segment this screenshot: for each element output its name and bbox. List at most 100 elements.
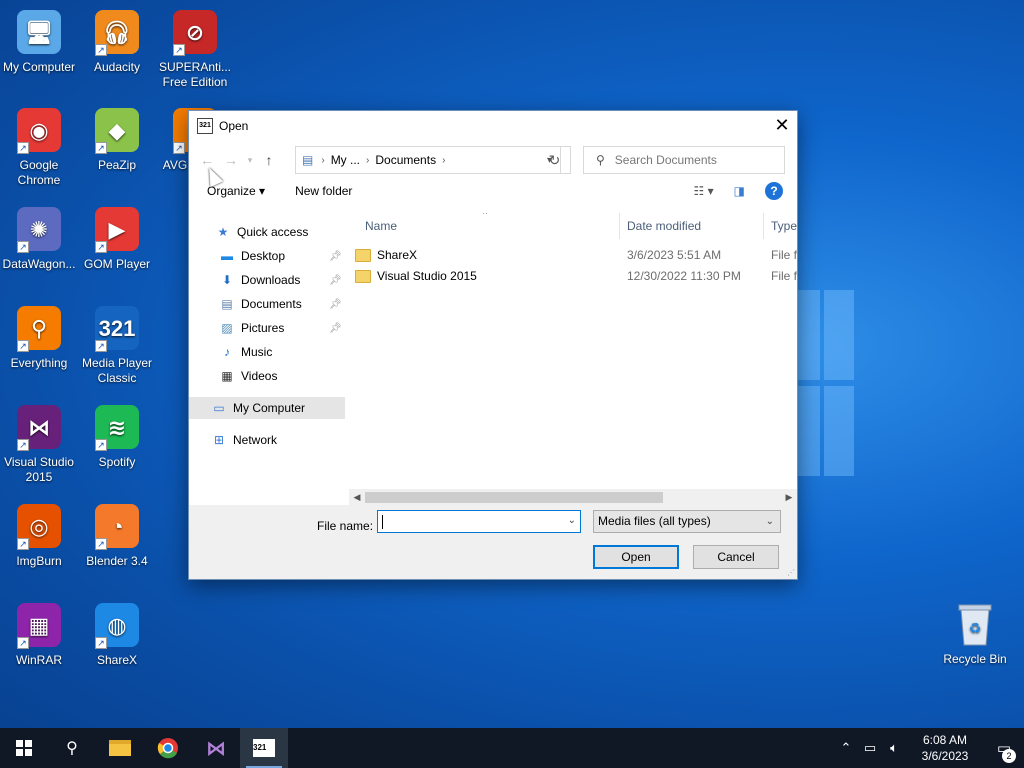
nav-network[interactable]: ⊞ Network xyxy=(211,429,277,451)
type-cell: File fo xyxy=(771,269,797,283)
file-type-select[interactable]: Media files (all types) ⌄ xyxy=(593,510,781,533)
nav-item-label: Downloads xyxy=(241,273,301,287)
wallpaper-logo xyxy=(792,290,854,480)
pin-icon[interactable]: 📌︎ xyxy=(329,299,342,310)
new-folder-button[interactable]: New folder xyxy=(295,184,352,198)
file-name-input[interactable]: ⌄ xyxy=(377,510,581,533)
desktop-shortcut[interactable]: ⋈ ↗ Visual Studio 2015 xyxy=(0,403,78,485)
desktop-shortcut-label: SUPERAnti... Free Edition xyxy=(158,60,232,89)
column-header-type[interactable]: Type xyxy=(765,213,797,239)
network-status-icon[interactable]: ▭ xyxy=(858,740,882,756)
taskbar: ⚲ ⋈ 321 ⌃ ▭ 🔈︎ 6:08 AM 3/6/2023 ▭ 2 xyxy=(0,728,1024,768)
date-modified-cell: 12/30/2022 11:30 PM xyxy=(627,269,741,283)
search-icon[interactable]: ⚲ xyxy=(48,728,96,768)
breadcrumb-my-computer[interactable]: My ... xyxy=(331,153,360,167)
table-row[interactable]: ShareX 3/6/2023 5:51 AM File fo xyxy=(355,245,797,266)
nav-my-computer[interactable]: ▭ My Computer xyxy=(189,397,345,419)
desktop-shortcut[interactable]: ◔ ↗ Blender 3.4 xyxy=(78,502,156,569)
desktop-shortcut[interactable]: 🎧︎ ↗ Audacity xyxy=(78,8,156,75)
address-bar[interactable]: ▤ › My ... › Documents › ▾ xyxy=(295,146,561,174)
cancel-button[interactable]: Cancel xyxy=(693,545,779,569)
desktop-shortcut[interactable]: ◍ ↗ ShareX xyxy=(78,601,156,668)
horizontal-scrollbar[interactable]: ◀ ▶ xyxy=(349,489,797,505)
chevron-down-icon[interactable]: ⌄ xyxy=(568,515,576,526)
computer-icon: ▭ xyxy=(213,401,225,415)
datawagon-icon: ✺ ↗ xyxy=(15,205,63,253)
desktop-shortcut[interactable]: ◉ ↗ Google Chrome xyxy=(0,106,78,188)
desktop-shortcut-label: Visual Studio 2015 xyxy=(4,455,74,484)
media-player-classic-icon: 321 ↗ xyxy=(93,304,141,352)
notification-center-icon[interactable]: ▭ 2 xyxy=(984,739,1024,763)
nav-item-music[interactable]: ♪ Music xyxy=(219,341,345,363)
organize-button[interactable]: Organize ▾ xyxy=(207,184,265,198)
desktop-shortcut[interactable]: 🖥︎ My Computer xyxy=(0,8,78,75)
media-player-classic-icon[interactable]: 321 xyxy=(240,728,288,768)
close-button[interactable]: ✕ xyxy=(767,111,797,141)
nav-item-desktop[interactable]: ▬ Desktop 📌︎ xyxy=(219,245,345,267)
visual-studio-icon[interactable]: ⋈ xyxy=(192,728,240,768)
dialog-titlebar[interactable]: 321 Open ✕ xyxy=(189,111,797,141)
blender-icon: ◔ ↗ xyxy=(93,502,141,550)
desktop-shortcut-label: DataWagon... xyxy=(2,257,76,271)
help-icon[interactable]: ? xyxy=(765,182,783,200)
desktop-icon: ▬ xyxy=(221,249,233,263)
column-header-name[interactable]: Name xyxy=(359,213,619,239)
nav-item-label: Videos xyxy=(241,369,278,383)
desktop-shortcut[interactable]: ◆ ↗ PeaZip xyxy=(78,106,156,173)
search-box[interactable]: ⚲ Search Documents xyxy=(583,146,785,174)
desktop-shortcut-label: Everything xyxy=(10,356,68,370)
recent-locations-icon[interactable]: ▾ xyxy=(243,155,257,166)
pin-icon[interactable]: 📌︎ xyxy=(329,251,342,262)
nav-quick-access[interactable]: ★ Quick access xyxy=(215,221,309,243)
breadcrumb-documents[interactable]: Documents xyxy=(375,153,436,167)
refresh-button[interactable]: ↻ xyxy=(539,146,571,174)
file-list: ^ Name Date modified Type ShareX 3/6/2023… xyxy=(349,213,797,505)
shortcut-arrow-icon: ↗ xyxy=(17,637,29,649)
volume-muted-icon[interactable]: 🔈︎ xyxy=(882,740,906,756)
desktop-icon-recycle-bin[interactable]: ♻ Recycle Bin xyxy=(936,600,1014,667)
clock[interactable]: 6:08 AM 3/6/2023 xyxy=(906,732,984,764)
system-tray: ⌃ ▭ 🔈︎ 6:08 AM 3/6/2023 ▭ 2 xyxy=(834,728,1024,768)
nav-item-downloads[interactable]: ⬇ Downloads 📌︎ xyxy=(219,269,345,291)
desktop-shortcut[interactable]: ▶ ↗ GOM Player xyxy=(78,205,156,272)
desktop-shortcut[interactable]: ⊘ ↗ SUPERAnti... Free Edition xyxy=(156,8,234,90)
file-explorer-icon[interactable] xyxy=(96,728,144,768)
breadcrumb-chevron-icon: › xyxy=(366,154,370,166)
column-header-date-modified[interactable]: Date modified xyxy=(621,213,761,239)
forward-button[interactable]: → xyxy=(219,152,243,168)
shortcut-arrow-icon: ↗ xyxy=(95,538,107,550)
documents-library-icon: ▤ xyxy=(302,153,314,167)
shortcut-arrow-icon: ↗ xyxy=(17,439,29,451)
scroll-right-icon[interactable]: ▶ xyxy=(781,489,797,505)
nav-item-videos[interactable]: ▦ Videos xyxy=(219,365,345,387)
preview-pane-icon[interactable]: ◨ xyxy=(734,184,745,198)
desktop-shortcut[interactable]: 321 ↗ Media Player Classic xyxy=(78,304,156,386)
pin-icon[interactable]: 📌︎ xyxy=(329,275,342,286)
open-button[interactable]: Open xyxy=(593,545,679,569)
desktop-shortcut[interactable]: ✺ ↗ DataWagon... xyxy=(0,205,78,272)
scroll-left-icon[interactable]: ◀ xyxy=(349,489,365,505)
view-options-icon[interactable]: ☷ ▾ xyxy=(694,184,714,198)
desktop-shortcut[interactable]: ▦ ↗ WinRAR xyxy=(0,601,78,668)
chrome-icon[interactable] xyxy=(144,728,192,768)
nav-item-documents[interactable]: ▤ Documents 📌︎ xyxy=(219,293,345,315)
search-placeholder: Search Documents xyxy=(614,153,717,167)
nav-my-computer-label: My Computer xyxy=(233,401,306,415)
everything-icon: ⚲ ↗ xyxy=(15,304,63,352)
shortcut-arrow-icon: ↗ xyxy=(173,44,185,56)
peazip-icon: ◆ ↗ xyxy=(93,106,141,154)
scrollbar-thumb[interactable] xyxy=(365,492,663,503)
table-row[interactable]: Visual Studio 2015 12/30/2022 11:30 PM Fil… xyxy=(355,266,797,287)
desktop-shortcut[interactable]: ◎ ↗ ImgBurn xyxy=(0,502,78,569)
music-icon: ♪ xyxy=(224,345,230,359)
desktop-shortcut[interactable]: ⚲ ↗ Everything xyxy=(0,304,78,371)
shortcut-arrow-icon: ↗ xyxy=(17,142,29,154)
up-button[interactable]: ↑ xyxy=(257,152,281,168)
desktop-shortcut[interactable]: ≋ ↗ Spotify xyxy=(78,403,156,470)
gom-player-icon: ▶ ↗ xyxy=(93,205,141,253)
start-button[interactable] xyxy=(0,728,48,768)
pin-icon[interactable]: 📌︎ xyxy=(329,323,342,334)
show-hidden-icons-icon[interactable]: ⌃ xyxy=(834,740,858,756)
resize-grip-icon[interactable]: ⋰ xyxy=(787,568,795,577)
nav-item-pictures[interactable]: ▨ Pictures 📌︎ xyxy=(219,317,345,339)
